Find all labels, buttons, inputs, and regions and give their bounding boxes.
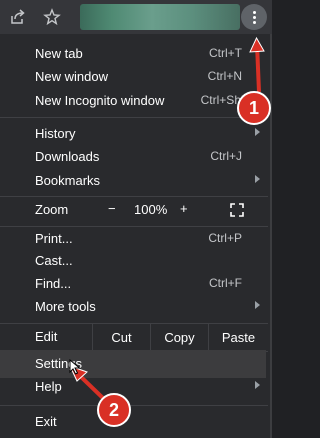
menu-item-shortcut: Ctrl+P <box>208 231 242 245</box>
cut-button[interactable]: Cut <box>92 323 150 351</box>
annotation-badge-1: 1 <box>237 91 271 125</box>
zoom-in-button[interactable]: + <box>180 201 188 216</box>
menu-item-edit: Edit Cut Copy Paste <box>0 323 268 351</box>
menu-item-help[interactable]: Help <box>0 375 268 399</box>
menu-item-label: More tools <box>35 299 96 314</box>
menu-divider <box>0 196 268 197</box>
menu-item-shortcut: Ctrl+N <box>207 69 242 83</box>
menu-item-label: Bookmarks <box>35 173 101 188</box>
fullscreen-icon[interactable] <box>230 203 244 217</box>
submenu-arrow-icon <box>255 175 260 183</box>
cut-label: Cut <box>111 329 132 345</box>
menu-item-shortcut: Ctrl+T <box>209 46 242 60</box>
menu-item-label: Edit <box>35 329 58 344</box>
menu-item-more-tools[interactable]: More tools <box>0 295 268 319</box>
star-icon[interactable] <box>40 5 64 29</box>
menu-item-label: Zoom <box>35 202 69 217</box>
menu-divider <box>0 405 268 406</box>
submenu-arrow-icon <box>255 301 260 309</box>
menu-item-label: History <box>35 126 76 141</box>
copy-button[interactable]: Copy <box>150 323 208 351</box>
menu-item-label: Find... <box>35 276 72 291</box>
menu-item-label: Print... <box>35 231 73 246</box>
menu-item-label: New window <box>35 69 108 84</box>
share-icon[interactable] <box>6 5 30 29</box>
menu-item-new-tab[interactable]: New tab Ctrl+T <box>0 42 268 66</box>
menu-item-label: Help <box>35 379 62 394</box>
chrome-main-menu: New tab Ctrl+T New window Ctrl+N New Inc… <box>0 34 272 438</box>
menu-item-zoom: Zoom − 100% + <box>0 198 268 222</box>
zoom-out-button[interactable]: − <box>108 201 116 216</box>
mouse-cursor-icon <box>69 359 81 375</box>
browser-toolbar <box>0 0 272 34</box>
menu-item-label: Exit <box>35 414 57 429</box>
menu-item-label: Cast... <box>35 253 73 268</box>
menu-item-downloads[interactable]: Downloads Ctrl+J <box>0 145 268 169</box>
menu-item-new-window[interactable]: New window Ctrl+N <box>0 65 268 89</box>
menu-item-shortcut: Ctrl+J <box>210 149 242 163</box>
menu-item-label: Downloads <box>35 149 100 164</box>
menu-item-bookmarks[interactable]: Bookmarks <box>0 169 268 193</box>
copy-label: Copy <box>164 329 195 345</box>
menu-item-history[interactable]: History <box>0 122 268 146</box>
menu-item-print[interactable]: Print... Ctrl+P <box>0 227 268 251</box>
submenu-arrow-icon <box>255 381 260 389</box>
menu-item-find[interactable]: Find... Ctrl+F <box>0 272 268 296</box>
submenu-arrow-icon <box>255 128 260 136</box>
annotation-badge-2: 2 <box>97 393 131 427</box>
menu-item-settings[interactable]: Settings <box>0 352 268 376</box>
kebab-menu-icon[interactable] <box>241 4 267 30</box>
address-bar[interactable] <box>80 4 240 30</box>
zoom-level: 100% <box>134 202 168 217</box>
paste-label: Paste <box>221 329 256 345</box>
menu-item-label: New tab <box>35 46 83 61</box>
menu-item-new-incognito-window[interactable]: New Incognito window Ctrl+Shift+N <box>0 89 268 113</box>
menu-item-label: New Incognito window <box>35 93 165 108</box>
paste-button[interactable]: Paste <box>208 323 268 351</box>
menu-item-exit[interactable]: Exit <box>0 410 268 434</box>
menu-item-shortcut: Ctrl+F <box>209 276 242 290</box>
menu-item-cast[interactable]: Cast... <box>0 249 268 273</box>
menu-divider <box>0 117 268 118</box>
